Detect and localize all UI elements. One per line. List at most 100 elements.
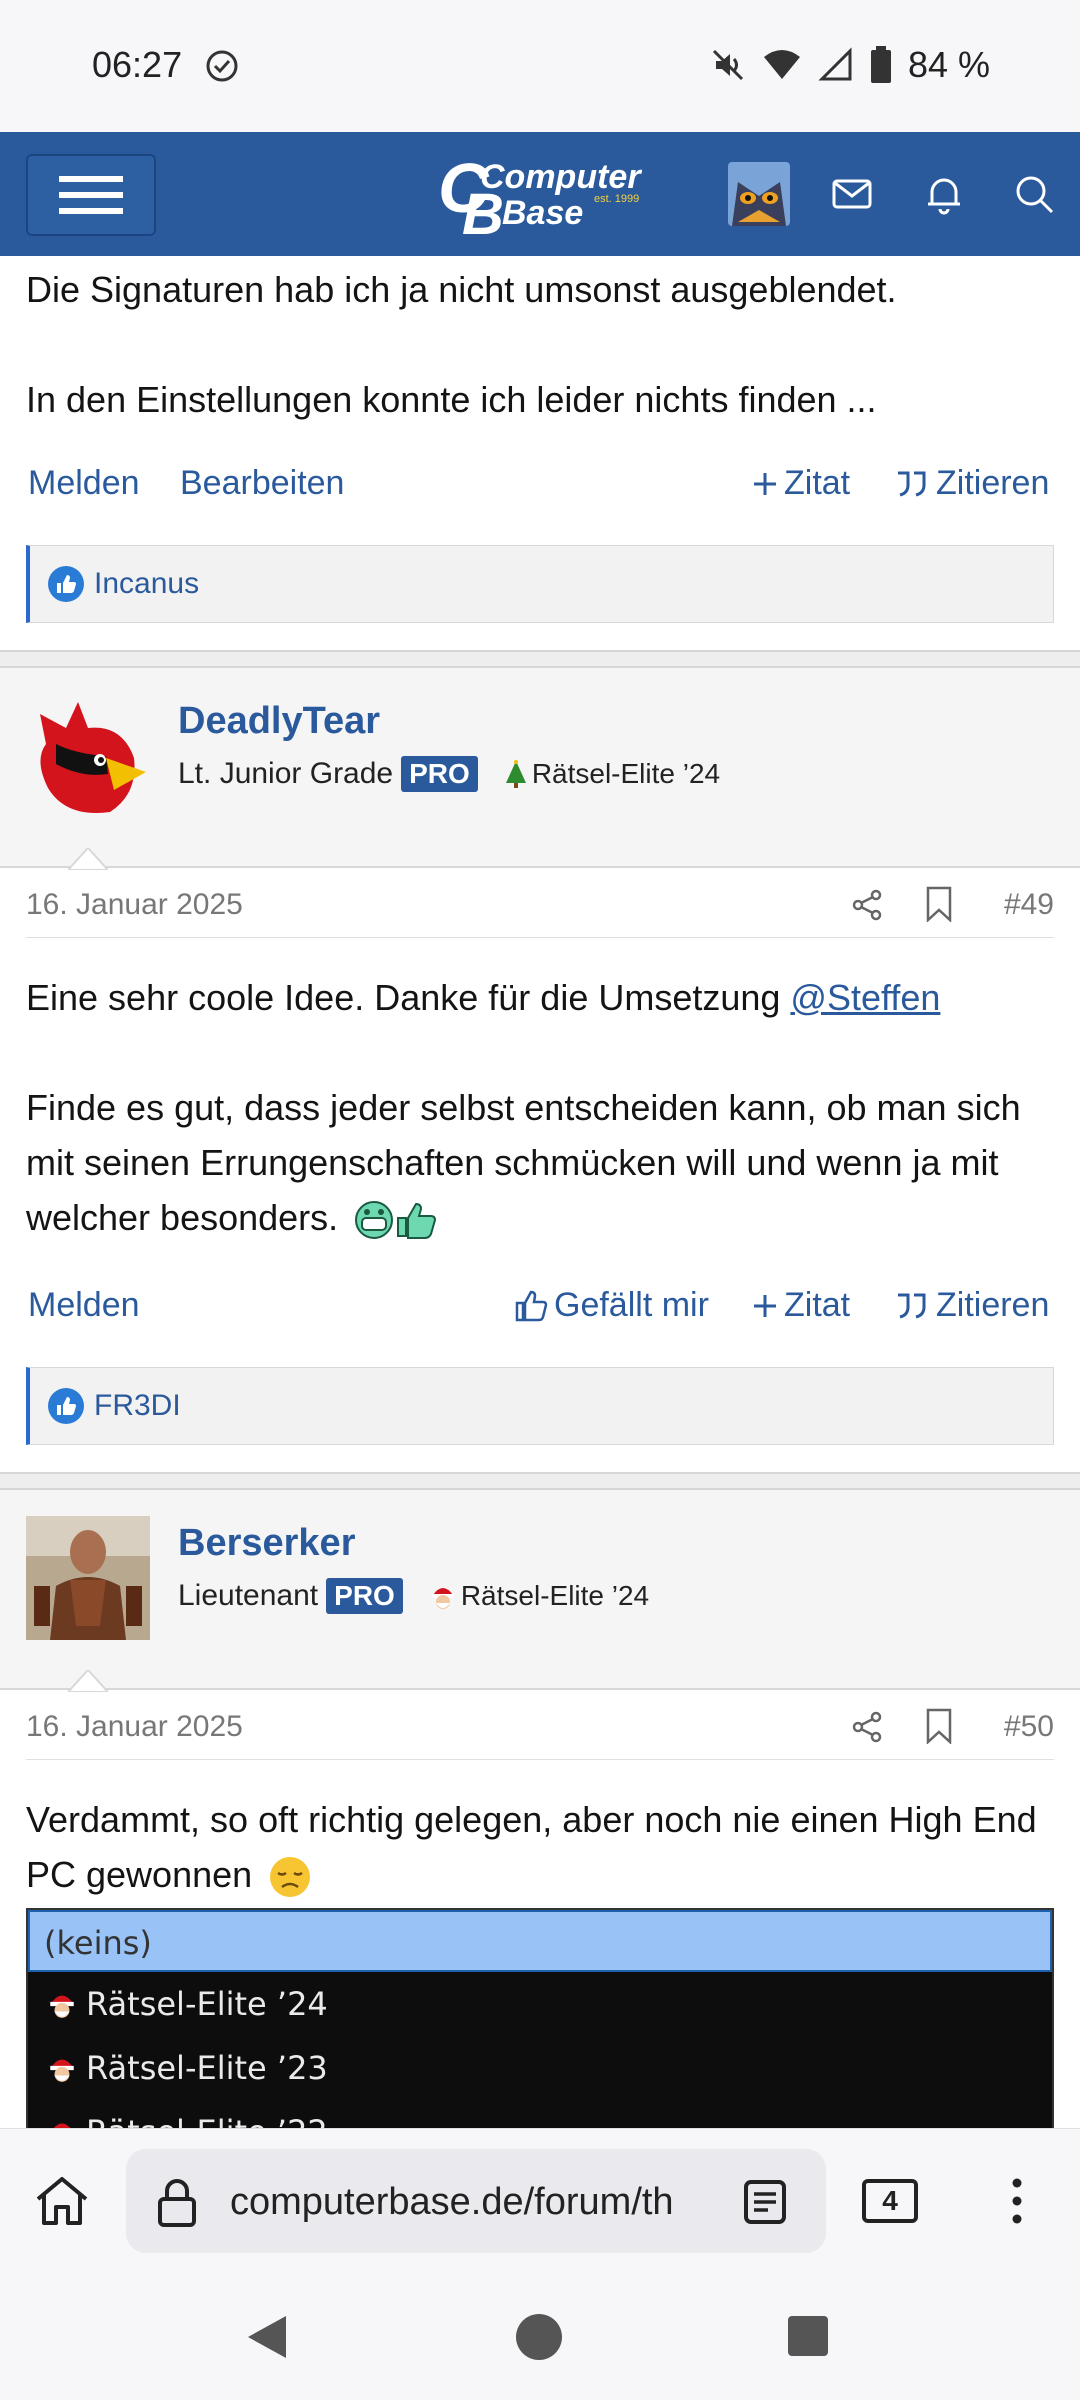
bookmark-icon[interactable]: [924, 1708, 954, 1744]
tab-count: 4: [882, 2185, 898, 2216]
post-body-prev: Die Signaturen hab ich ja nicht umsonst …: [0, 262, 1080, 427]
wifi-icon: [763, 50, 800, 79]
share-icon[interactable]: [850, 888, 884, 922]
achievement-badge: Rätsel-Elite ’24: [504, 758, 720, 790]
quote-icon: [898, 1293, 926, 1318]
rank-title: Lt. Junior Grade: [178, 757, 394, 790]
quote-icon: [898, 471, 926, 496]
browser-toolbar: computerbase.de/forum/th 4: [0, 2128, 1080, 2272]
battery-icon: [870, 46, 891, 83]
quote-add-link[interactable]: Zitat: [752, 464, 850, 503]
author-avatar[interactable]: [26, 694, 150, 818]
menu-button[interactable]: [26, 154, 156, 236]
more-options-icon[interactable]: [1000, 2175, 1034, 2227]
post-text-paragraph: Finde es gut, dass jeder selbst entschei…: [26, 1080, 1054, 1245]
reaction-bar[interactable]: FR3DI: [26, 1367, 1054, 1445]
back-icon[interactable]: [244, 2312, 290, 2362]
quote-link[interactable]: Zitieren: [894, 1286, 1049, 1325]
logo-est: est. 1999: [594, 193, 639, 205]
like-reaction-icon: [48, 1388, 84, 1424]
share-icon[interactable]: [850, 1710, 884, 1744]
post-text-line: Eine sehr coole Idee. Danke für die Umse…: [26, 970, 1054, 1025]
post-number[interactable]: #50: [1004, 1710, 1054, 1744]
quote-add-label: Zitat: [784, 1286, 851, 1324]
plus-icon: [754, 1294, 776, 1317]
mail-icon[interactable]: [830, 172, 874, 216]
dropdown-item: Rätsel-Elite ’23: [28, 2036, 1052, 2100]
system-nav-bar: [0, 2272, 1080, 2400]
dropdown-selected: (keins): [28, 1910, 1052, 1972]
post-author-block: DeadlyTear Lt. Junior Grade PRO Rätsel-E…: [0, 668, 1080, 868]
dropdown-item-label: Rätsel-Elite ’22: [86, 2113, 328, 2128]
post-text: Finde es gut, dass jeder selbst entschei…: [26, 1087, 1021, 1238]
computerbase-logo[interactable]: C Computer B Base est. 1999: [436, 148, 656, 240]
thumbs-up-emoji-icon: [397, 1203, 437, 1240]
quote-link[interactable]: Zitieren: [894, 464, 1049, 503]
search-icon[interactable]: [1012, 172, 1056, 216]
quote-add-link[interactable]: Zitat: [752, 1286, 850, 1325]
report-link[interactable]: Melden: [28, 464, 140, 503]
badge-label: Rätsel-Elite ’24: [460, 1580, 650, 1611]
reaction-user[interactable]: Incanus: [94, 567, 199, 601]
author-arrow: [68, 848, 108, 870]
check-circle-icon: [206, 50, 238, 82]
app-header: C Computer B Base est. 1999: [0, 132, 1080, 256]
reaction-bar-prev[interactable]: Incanus: [26, 545, 1054, 623]
thread-content: Die Signaturen hab ich ja nicht umsonst …: [0, 256, 1080, 2128]
badge-label: Rätsel-Elite ’24: [531, 758, 721, 789]
quote-label: Zitieren: [936, 1286, 1050, 1324]
user-avatar[interactable]: [728, 162, 790, 226]
post-number[interactable]: #49: [1004, 888, 1054, 922]
post-body: Eine sehr coole Idee. Danke für die Umse…: [0, 970, 1080, 1245]
reaction-user[interactable]: FR3DI: [94, 1389, 181, 1423]
recents-icon[interactable]: [786, 2314, 830, 2358]
author-rank: Lieutenant PRO Rätsel-Elite ’24: [178, 1578, 649, 1614]
bell-icon[interactable]: [922, 172, 966, 216]
status-time: 06:27: [92, 44, 183, 85]
lock-icon[interactable]: [156, 2177, 198, 2227]
rank-title: Lieutenant: [178, 1579, 319, 1612]
post-meta: 16. Januar 2025 #50: [26, 1690, 1054, 1760]
avatar-image: [728, 162, 790, 226]
quote-label: Zitieren: [936, 464, 1050, 502]
signal-icon: [818, 47, 852, 81]
status-indicators: 84 %: [710, 44, 990, 86]
home-icon[interactable]: [34, 2175, 90, 2227]
author-name[interactable]: DeadlyTear: [178, 700, 380, 743]
post-actions: Melden Gefällt mir Zitat Zitieren: [0, 1278, 1080, 1338]
dropdown-item-label: Rätsel-Elite ’23: [86, 2049, 328, 2087]
pro-badge: PRO: [401, 756, 478, 792]
post-text-line: In den Einstellungen konnte ich leider n…: [26, 379, 877, 420]
url-text[interactable]: computerbase.de/forum/th: [230, 2181, 700, 2224]
post-actions-prev: Melden Bearbeiten Zitat Zitieren: [0, 456, 1080, 516]
logo-text-bottom: Base: [502, 194, 583, 232]
tree-icon: [505, 760, 526, 788]
edit-link[interactable]: Bearbeiten: [180, 464, 344, 503]
author-name[interactable]: Berserker: [178, 1522, 355, 1565]
author-arrow: [68, 1670, 108, 1692]
like-label: Gefällt mir: [554, 1286, 709, 1324]
dropdown-item: Rätsel-Elite ’22: [28, 2100, 1052, 2128]
achievement-badge: Rätsel-Elite ’24: [429, 1580, 649, 1612]
santa-icon: [53, 2123, 71, 2128]
home-nav-icon[interactable]: [514, 2312, 564, 2362]
author-avatar[interactable]: [26, 1516, 150, 1640]
post-author-block: Berserker Lieutenant PRO Rätsel-Elite ’2…: [0, 1490, 1080, 1690]
bookmark-icon[interactable]: [924, 886, 954, 922]
mention-link[interactable]: @Steffen: [790, 977, 940, 1018]
like-button[interactable]: Gefällt mir: [514, 1286, 709, 1325]
post-date[interactable]: 16. Januar 2025: [26, 1710, 243, 1744]
svg-text:B: B: [462, 182, 504, 240]
address-bar[interactable]: computerbase.de/forum/th: [126, 2149, 826, 2253]
grin-emoji-icon: [355, 1201, 394, 1240]
tabs-button[interactable]: 4: [862, 2179, 918, 2223]
post-meta: 16. Januar 2025 #49: [26, 868, 1054, 938]
report-link[interactable]: Melden: [28, 1286, 140, 1325]
reader-mode-icon[interactable]: [742, 2179, 788, 2225]
post-text: Eine sehr coole Idee. Danke für die Umse…: [26, 977, 791, 1018]
post-text-line: Die Signaturen hab ich ja nicht umsonst …: [26, 269, 897, 310]
post-separator: [0, 1472, 1080, 1490]
santa-icon: [431, 1588, 454, 1609]
post-text: Verdammt, so oft richtig gelegen, aber n…: [26, 1799, 1037, 1895]
post-date[interactable]: 16. Januar 2025: [26, 888, 243, 922]
